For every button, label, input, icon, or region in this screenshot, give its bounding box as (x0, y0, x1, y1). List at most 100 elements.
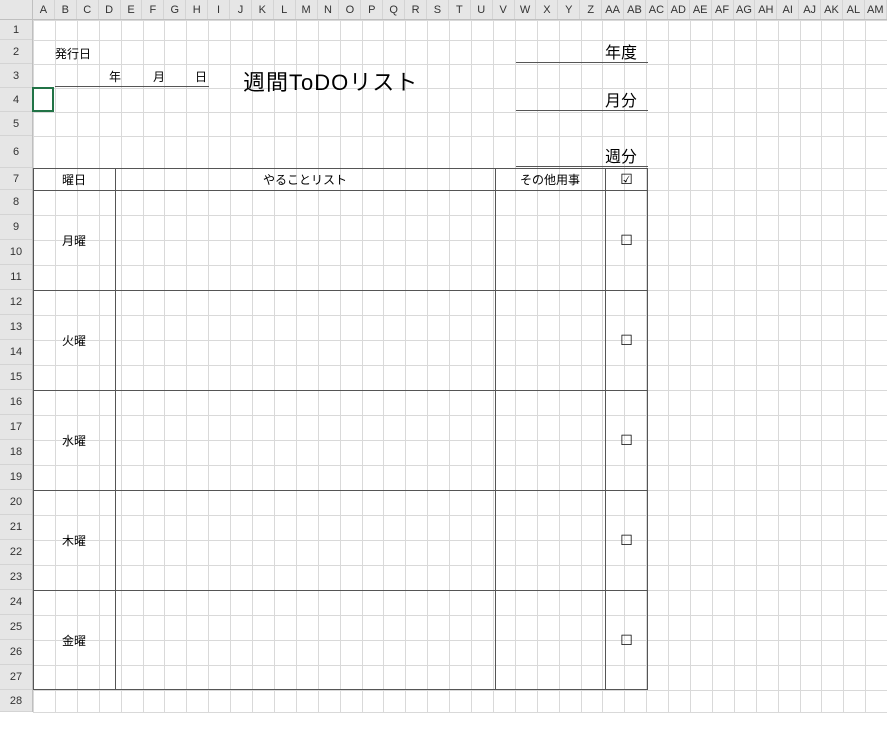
column-header-A[interactable]: A (33, 0, 55, 19)
column-header-Y[interactable]: Y (558, 0, 580, 19)
column-header-AD[interactable]: AD (668, 0, 690, 19)
week-part-label: 週分 (605, 144, 637, 166)
table-outer-border (33, 168, 648, 690)
date-year-label: 年 (109, 66, 121, 86)
column-header-B[interactable]: B (55, 0, 77, 19)
day-wed: 水曜 (33, 390, 115, 490)
column-header-K[interactable]: K (252, 0, 274, 19)
row-header-11[interactable]: 11 (0, 265, 32, 290)
row-header-5[interactable]: 5 (0, 112, 32, 136)
row-header-21[interactable]: 21 (0, 515, 32, 540)
table-vline-1 (115, 168, 116, 690)
row-header-16[interactable]: 16 (0, 390, 32, 415)
column-header-G[interactable]: G (164, 0, 186, 19)
check-mon[interactable]: ☐ (605, 190, 648, 290)
check-tue[interactable]: ☐ (605, 290, 648, 390)
column-header-U[interactable]: U (471, 0, 493, 19)
table-hline-2 (33, 390, 648, 391)
row-header-14[interactable]: 14 (0, 340, 32, 365)
row-header-23[interactable]: 23 (0, 565, 32, 590)
select-all-corner[interactable] (0, 0, 33, 20)
column-header-J[interactable]: J (230, 0, 252, 19)
row-header-9[interactable]: 9 (0, 215, 32, 240)
row-header-1[interactable]: 1 (0, 20, 32, 40)
row-header-10[interactable]: 10 (0, 240, 32, 265)
column-header-AC[interactable]: AC (646, 0, 668, 19)
row-header-19[interactable]: 19 (0, 465, 32, 490)
column-header-S[interactable]: S (427, 0, 449, 19)
row-header-12[interactable]: 12 (0, 290, 32, 315)
grid-area[interactable]: 発行日 年 月 日 週間ToDOリスト 年度 月分 週分 (33, 20, 887, 712)
row-headers: 1234567891011121314151617181920212223242… (0, 20, 33, 712)
row-header-22[interactable]: 22 (0, 540, 32, 565)
row-header-24[interactable]: 24 (0, 590, 32, 615)
column-header-X[interactable]: X (536, 0, 558, 19)
row-header-28[interactable]: 28 (0, 690, 32, 712)
row-header-7[interactable]: 7 (0, 168, 32, 190)
column-header-AK[interactable]: AK (821, 0, 843, 19)
column-header-R[interactable]: R (405, 0, 427, 19)
active-cell-indicator (32, 87, 54, 112)
table-hline-1 (33, 290, 648, 291)
row-header-17[interactable]: 17 (0, 415, 32, 440)
row-header-25[interactable]: 25 (0, 615, 32, 640)
column-header-AF[interactable]: AF (712, 0, 734, 19)
date-day-label: 日 (195, 66, 207, 86)
check-wed[interactable]: ☐ (605, 390, 648, 490)
sheet-content: 発行日 年 月 日 週間ToDOリスト 年度 月分 週分 (33, 20, 887, 712)
column-header-W[interactable]: W (515, 0, 537, 19)
row-header-20[interactable]: 20 (0, 490, 32, 515)
column-header-D[interactable]: D (99, 0, 121, 19)
header-day: 曜日 (33, 168, 115, 190)
fiscal-year-label: 年度 (605, 40, 637, 62)
column-header-AI[interactable]: AI (777, 0, 799, 19)
row-header-15[interactable]: 15 (0, 365, 32, 390)
header-tasks: やることリスト (115, 168, 495, 190)
day-thu: 木曜 (33, 490, 115, 590)
row-header-26[interactable]: 26 (0, 640, 32, 665)
column-header-AH[interactable]: AH (755, 0, 777, 19)
document-title: 週間ToDOリスト (243, 66, 418, 96)
column-header-T[interactable]: T (449, 0, 471, 19)
date-underline (55, 86, 209, 87)
column-header-P[interactable]: P (361, 0, 383, 19)
column-header-AJ[interactable]: AJ (799, 0, 821, 19)
column-header-I[interactable]: I (208, 0, 230, 19)
column-header-N[interactable]: N (318, 0, 340, 19)
table-hline-4 (33, 590, 648, 591)
issue-date-label: 発行日 (55, 42, 91, 64)
row-header-8[interactable]: 8 (0, 190, 32, 215)
row-header-3[interactable]: 3 (0, 64, 32, 88)
column-header-AB[interactable]: AB (624, 0, 646, 19)
day-fri: 金曜 (33, 590, 115, 690)
table-hline-3 (33, 490, 648, 491)
column-header-AL[interactable]: AL (843, 0, 865, 19)
column-header-H[interactable]: H (186, 0, 208, 19)
row-header-2[interactable]: 2 (0, 40, 32, 64)
month-part-label: 月分 (605, 88, 637, 110)
column-header-V[interactable]: V (493, 0, 515, 19)
header-check: ☑ (605, 168, 648, 190)
column-header-AG[interactable]: AG (734, 0, 756, 19)
check-fri[interactable]: ☐ (605, 590, 648, 690)
column-header-Z[interactable]: Z (580, 0, 602, 19)
row-header-18[interactable]: 18 (0, 440, 32, 465)
column-header-C[interactable]: C (77, 0, 99, 19)
date-month-label: 月 (153, 66, 165, 86)
row-header-4[interactable]: 4 (0, 88, 32, 112)
header-other: その他用事 (495, 168, 605, 190)
column-header-AE[interactable]: AE (690, 0, 712, 19)
column-header-E[interactable]: E (121, 0, 143, 19)
column-header-M[interactable]: M (296, 0, 318, 19)
column-header-O[interactable]: O (339, 0, 361, 19)
column-header-AM[interactable]: AM (865, 0, 887, 19)
column-header-L[interactable]: L (274, 0, 296, 19)
column-header-F[interactable]: F (142, 0, 164, 19)
row-header-27[interactable]: 27 (0, 665, 32, 690)
table-vline-2 (495, 168, 496, 690)
row-header-6[interactable]: 6 (0, 136, 32, 168)
column-header-AA[interactable]: AA (602, 0, 624, 19)
column-header-Q[interactable]: Q (383, 0, 405, 19)
check-thu[interactable]: ☐ (605, 490, 648, 590)
row-header-13[interactable]: 13 (0, 315, 32, 340)
